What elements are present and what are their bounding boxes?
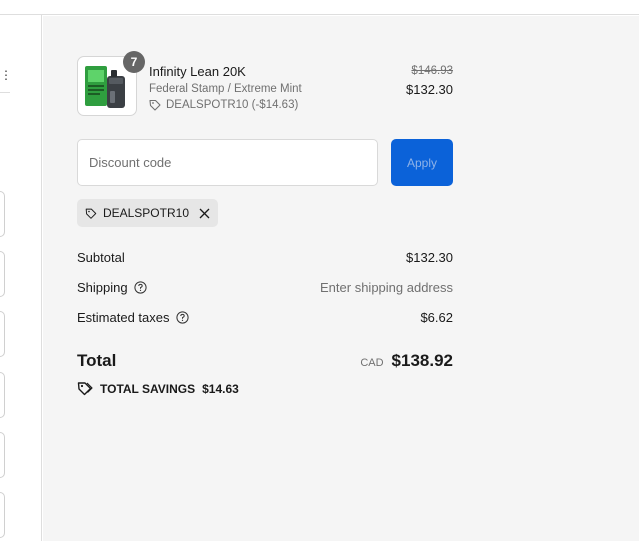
applied-code-label: DEALSPOTR10 bbox=[102, 206, 189, 220]
left-field-stub[interactable] bbox=[0, 492, 5, 538]
left-field-stub[interactable] bbox=[0, 372, 5, 418]
left-field-stub[interactable] bbox=[0, 251, 5, 297]
apply-button[interactable]: Apply bbox=[391, 139, 453, 186]
subtotal-label: Subtotal bbox=[77, 250, 125, 265]
savings-tag-icon bbox=[77, 382, 93, 396]
line-item: 7 Infinity Lean 20K Federal Stamp / Extr… bbox=[77, 51, 453, 118]
shipping-value: Enter shipping address bbox=[320, 280, 453, 295]
currency-code: CAD bbox=[360, 357, 384, 369]
tag-icon bbox=[149, 99, 161, 111]
product-name: Infinity Lean 20K bbox=[149, 64, 246, 79]
left-field-stub[interactable] bbox=[0, 191, 5, 237]
tag-icon bbox=[85, 208, 97, 219]
product-discount: DEALSPOTR10 (-$14.63) bbox=[149, 99, 298, 111]
left-field-stub[interactable] bbox=[0, 432, 5, 478]
shipping-row: Shipping Enter shipping address bbox=[77, 280, 453, 300]
total-savings: TOTAL SAVINGS $14.63 bbox=[77, 381, 239, 396]
help-circle-icon[interactable] bbox=[175, 311, 189, 324]
remove-code-button[interactable] bbox=[199, 208, 210, 219]
subtotal-row: Subtotal $132.30 bbox=[77, 250, 453, 270]
subtotal-value: $132.30 bbox=[406, 250, 453, 265]
savings-label: TOTAL SAVINGS bbox=[100, 381, 196, 396]
shipping-label: Shipping bbox=[77, 280, 128, 295]
close-icon bbox=[199, 208, 210, 218]
savings-value: $14.63 bbox=[202, 381, 239, 396]
help-circle-icon[interactable] bbox=[134, 281, 147, 294]
order-summary-panel: 7 Infinity Lean 20K Federal Stamp / Extr… bbox=[43, 16, 639, 541]
taxes-value: $6.62 bbox=[420, 310, 453, 325]
left-field-stub[interactable] bbox=[0, 311, 5, 357]
product-variant: Federal Stamp / Extreme Mint bbox=[149, 83, 302, 95]
product-price: $132.30 bbox=[406, 82, 453, 97]
top-bar bbox=[0, 0, 639, 15]
original-price: $146.93 bbox=[411, 65, 453, 77]
left-panel: ⋮ bbox=[0, 15, 42, 541]
applied-code-chip: DEALSPOTR10 bbox=[77, 199, 218, 227]
total-amount-group: CAD $138.92 bbox=[360, 351, 453, 371]
quantity-badge: 7 bbox=[123, 51, 145, 73]
product-thumbnail: 7 bbox=[77, 51, 145, 116]
total-label: Total bbox=[77, 351, 117, 370]
left-divider bbox=[0, 92, 10, 93]
discount-code-input[interactable] bbox=[77, 139, 378, 186]
total-amount: $138.92 bbox=[391, 351, 453, 370]
product-discount-label: DEALSPOTR10 (-$14.63) bbox=[166, 99, 299, 111]
kebab-menu-icon[interactable]: ⋮ bbox=[0, 65, 12, 85]
taxes-row: Estimated taxes $6.62 bbox=[77, 310, 453, 330]
taxes-label: Estimated taxes bbox=[77, 310, 170, 325]
